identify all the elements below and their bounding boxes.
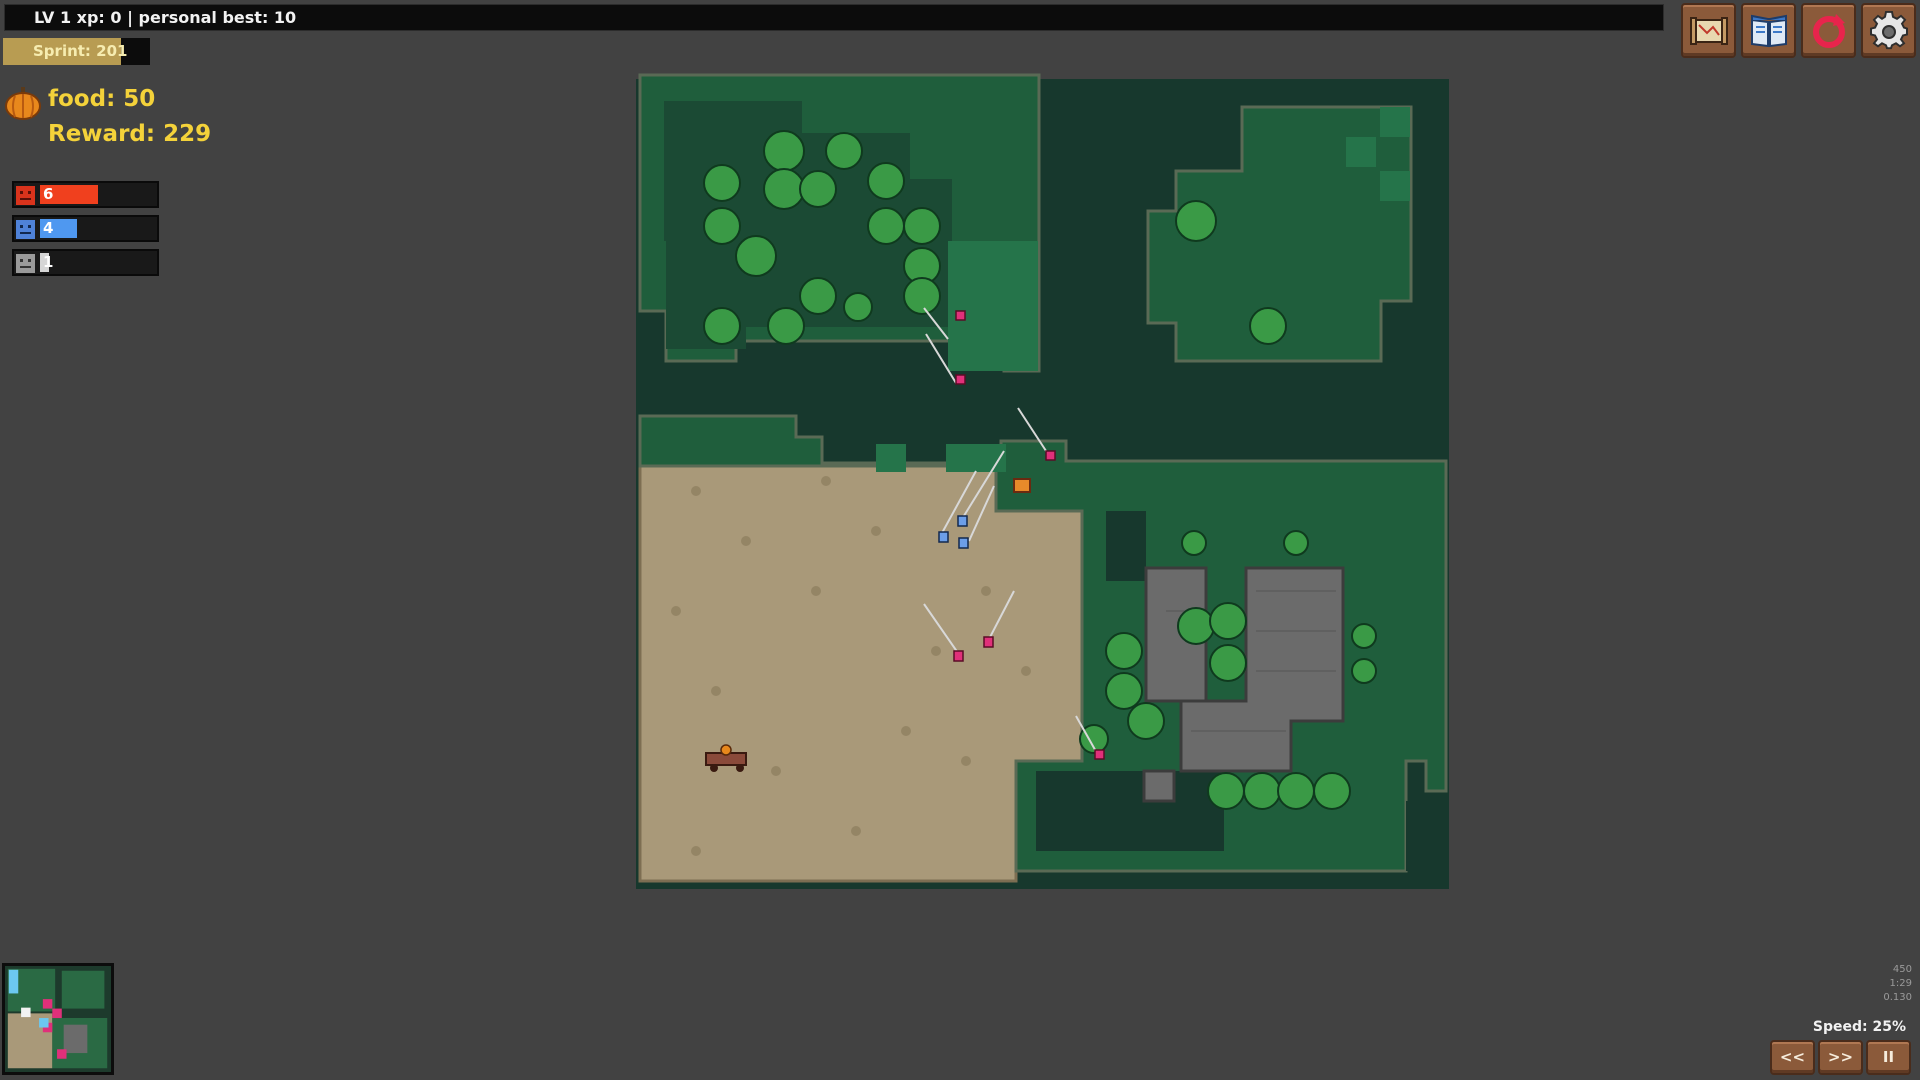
restart-button[interactable] [1801,3,1856,58]
pause-button[interactable]: II [1866,1040,1911,1075]
team-bar-blue: 4 [12,215,159,242]
level-xp-bar: LV 1 xp: 0 | personal best: 10 [4,4,1664,31]
red-team-face-icon [16,186,35,205]
level-xp-text: LV 1 xp: 0 | personal best: 10 [34,8,297,27]
speed-label: Speed: 25% [1812,1019,1906,1035]
sprint-text: Sprint: 201 [33,42,128,60]
blue-team-face-icon [16,220,35,239]
food-counter: food: 50 [48,86,156,112]
guide-book-button[interactable] [1741,3,1796,58]
slow-down-button[interactable]: << [1770,1040,1815,1075]
gray-team-count: 1 [43,253,54,271]
sprint-meter: Sprint: 201 [3,38,150,65]
restart-icon [1813,14,1845,48]
team-bar-red: 6 [12,181,159,208]
settings-button[interactable] [1861,3,1916,58]
blue-team-count: 4 [43,219,54,237]
map-scroll-icon [1690,17,1728,45]
gray-team-face-icon [16,254,35,273]
speed-up-button[interactable]: >> [1818,1040,1863,1075]
reward-counter: Reward: 229 [48,121,212,147]
stat-line: 450 [1892,964,1912,975]
minimap[interactable] [2,963,114,1075]
treasure-chest [1013,478,1031,493]
pumpkin-icon [5,87,41,120]
stat-line: 0.130 [1883,992,1912,1003]
stat-line: 1:29 [1889,978,1912,989]
map-button[interactable] [1681,3,1736,58]
game-map[interactable] [636,71,1449,889]
gear-icon [1870,11,1908,50]
team-bar-gray: 1 [12,249,159,276]
debug-stats: 450 1:29 0.130 [1883,963,1912,1005]
book-icon [1751,14,1787,48]
red-team-count: 6 [43,185,54,203]
